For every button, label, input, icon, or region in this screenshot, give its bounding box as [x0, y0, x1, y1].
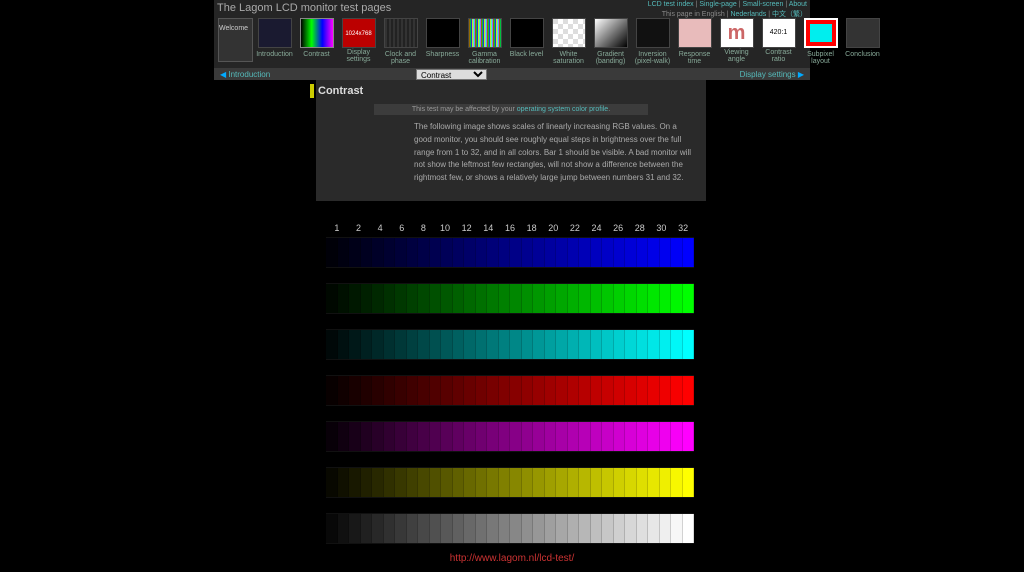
nav-grad[interactable]: Gradient (banding)	[590, 18, 631, 65]
nav-welcome[interactable]: Welcome	[218, 18, 253, 62]
accent-bar-icon	[310, 84, 314, 98]
nav-contrast[interactable]: Contrast	[296, 18, 337, 65]
link-smallscreen[interactable]: Small-screen	[743, 1, 784, 8]
ramp-white	[326, 513, 694, 544]
link-index[interactable]: LCD test index	[648, 1, 694, 8]
nav-ratio[interactable]: 420:1Contrast ratio	[758, 18, 799, 65]
page-select[interactable]: Contrast	[416, 69, 487, 80]
nav-resp[interactable]: Response time	[674, 18, 715, 65]
title-bar: Contrast	[310, 80, 706, 98]
nav-display[interactable]: 1024x768Display settings	[338, 18, 379, 65]
ramp-yellow	[326, 467, 694, 498]
nav-black[interactable]: Black level	[506, 18, 547, 65]
lang-zh[interactable]: 中文（繁）	[772, 11, 807, 18]
lang-nl[interactable]: Nederlands	[730, 11, 766, 18]
ramp-cyan	[326, 329, 694, 360]
nav-conc[interactable]: Conclusion	[842, 18, 883, 65]
nav-sharp[interactable]: Sharpness	[422, 18, 463, 65]
scale-row: 12468101214161820222426283032	[326, 223, 694, 233]
top-link-row: LCD test index | Single-page | Small-scr…	[648, 1, 807, 8]
description-text: The following image shows scales of line…	[316, 119, 706, 189]
ramp-red	[326, 375, 694, 406]
link-singlepage[interactable]: Single-page	[699, 1, 736, 8]
ramp-magenta	[326, 421, 694, 452]
nav-sub[interactable]: Subpixel layout	[800, 18, 841, 65]
nav-inv[interactable]: Inversion (pixel-walk)	[632, 18, 673, 65]
link-about[interactable]: About	[789, 1, 807, 8]
content-panel: Contrast This test may be affected by yo…	[316, 80, 706, 201]
ramp-green	[326, 283, 694, 314]
ramp-blue	[326, 237, 694, 268]
notice-box: This test may be affected by your operat…	[374, 104, 648, 115]
nav-white[interactable]: White saturation	[548, 18, 589, 65]
page-title: Contrast	[318, 85, 363, 97]
next-link[interactable]: Display settings	[740, 70, 804, 79]
footer-url: http://www.lagom.nl/lcd-test/	[0, 553, 1024, 564]
header-bar: The Lagom LCD monitor test pages LCD tes…	[214, 0, 810, 68]
color-profile-link[interactable]: operating system color profile	[517, 106, 608, 113]
prev-link[interactable]: Introduction	[220, 70, 270, 79]
nav-thumbs: Welcome Introduction Contrast 1024x768Di…	[218, 18, 883, 65]
nav-view[interactable]: mViewing angle	[716, 18, 757, 65]
nav-gamma[interactable]: Gamma calibration	[464, 18, 505, 65]
nav-clock[interactable]: Clock and phase	[380, 18, 421, 65]
nav-intro[interactable]: Introduction	[254, 18, 295, 65]
breadcrumb-row: Introduction Contrast Display settings	[214, 68, 810, 80]
test-bars: 12468101214161820222426283032	[326, 223, 694, 544]
